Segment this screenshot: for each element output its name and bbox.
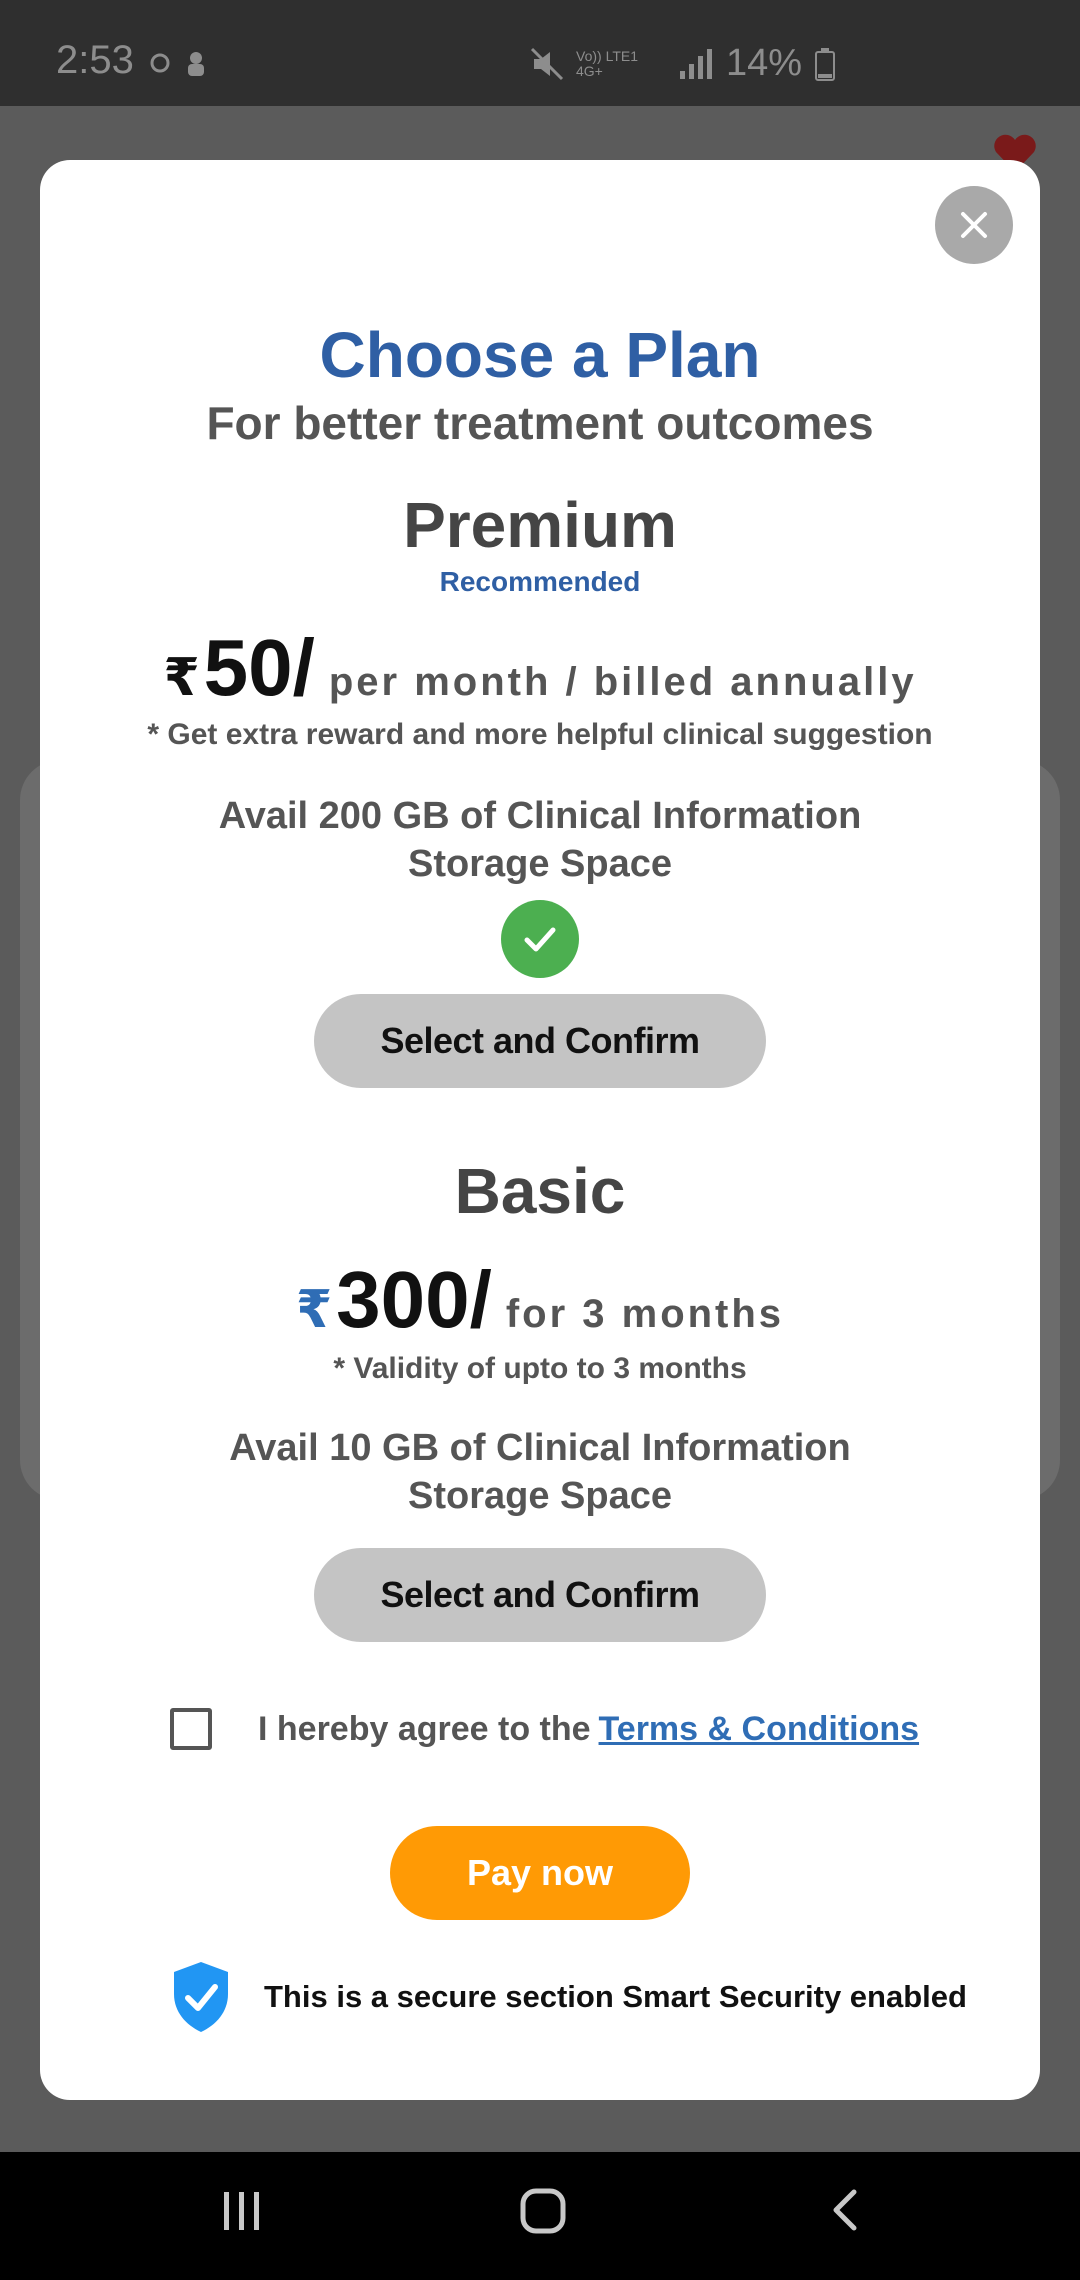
premium-note: * Get extra reward and more helpful clin… bbox=[147, 718, 933, 751]
recommended-badge: Recommended bbox=[439, 566, 641, 597]
premium-storage-line2: Storage Space bbox=[408, 843, 672, 885]
check-icon bbox=[524, 927, 556, 952]
mute-icon bbox=[530, 47, 564, 80]
battery-level: 14% bbox=[726, 42, 803, 84]
basic-currency: ₹ bbox=[295, 1281, 333, 1339]
basic-storage-line1: Avail 10 GB of Clinical Information bbox=[229, 1427, 851, 1469]
secure-text: This is a secure section Smart Security … bbox=[264, 1979, 967, 2014]
premium-currency: ₹ bbox=[163, 649, 200, 707]
terms-link[interactable]: Terms & Conditions bbox=[599, 1710, 920, 1749]
recents-button[interactable] bbox=[218, 2186, 266, 2239]
basic-storage: Avail 10 GB of Clinical Information Stor… bbox=[40, 1424, 1040, 1520]
basic-price: 300/ bbox=[336, 1255, 492, 1344]
close-button[interactable] bbox=[935, 186, 1013, 264]
navigation-bar bbox=[0, 2152, 1080, 2280]
basic-period: for 3 months bbox=[505, 1292, 785, 1336]
premium-plan-name: Premium bbox=[403, 489, 677, 561]
premium-storage-line1: Avail 200 GB of Clinical Information bbox=[218, 795, 862, 837]
terms-text: I hereby agree to the bbox=[258, 1709, 591, 1748]
terms-checkbox[interactable] bbox=[170, 1708, 212, 1750]
premium-storage: Avail 200 GB of Clinical Information Sto… bbox=[40, 792, 1040, 888]
home-button[interactable] bbox=[518, 2186, 568, 2241]
pay-now-button[interactable]: Pay now bbox=[390, 1826, 690, 1920]
premium-period: per month / billed annually bbox=[328, 660, 917, 704]
basic-price-line: ₹ 300/ for 3 months bbox=[40, 1254, 1040, 1346]
premium-select-button[interactable]: Select and Confirm bbox=[314, 994, 766, 1088]
secure-row: This is a secure section Smart Security … bbox=[170, 1960, 967, 2034]
premium-price: 50/ bbox=[203, 623, 315, 712]
notification-icons bbox=[148, 46, 208, 85]
recents-icon bbox=[224, 2192, 259, 2230]
terms-row: I hereby agree to the Terms & Conditions bbox=[170, 1708, 919, 1750]
premium-price-line: ₹ 50/ per month / billed annually bbox=[40, 622, 1040, 714]
basic-select-button[interactable]: Select and Confirm bbox=[314, 1548, 766, 1642]
basic-storage-line2: Storage Space bbox=[408, 1475, 672, 1517]
battery-icon bbox=[815, 47, 836, 81]
close-icon bbox=[961, 212, 987, 238]
back-icon bbox=[833, 2189, 857, 2231]
status-time: 2:53 bbox=[56, 38, 134, 82]
status-bar: 2:53 Vo)) LTE1 4G+ 14% bbox=[0, 0, 1080, 106]
plan-modal: Choose a Plan For better treatment outco… bbox=[40, 160, 1040, 2100]
back-button[interactable] bbox=[822, 2186, 870, 2239]
selected-check-badge bbox=[501, 900, 579, 978]
shield-check-icon bbox=[174, 1962, 228, 2032]
basic-plan-name: Basic bbox=[454, 1155, 626, 1227]
network-label: Vo)) LTE1 4G+ bbox=[576, 47, 638, 79]
modal-title: Choose a Plan bbox=[319, 319, 761, 391]
basic-note: * Validity of upto to 3 months bbox=[333, 1352, 747, 1385]
signal-icon bbox=[680, 48, 712, 79]
home-icon bbox=[520, 2188, 566, 2234]
modal-subtitle: For better treatment outcomes bbox=[206, 397, 874, 449]
status-icons: Vo)) LTE1 4G+ 14% bbox=[530, 42, 836, 85]
